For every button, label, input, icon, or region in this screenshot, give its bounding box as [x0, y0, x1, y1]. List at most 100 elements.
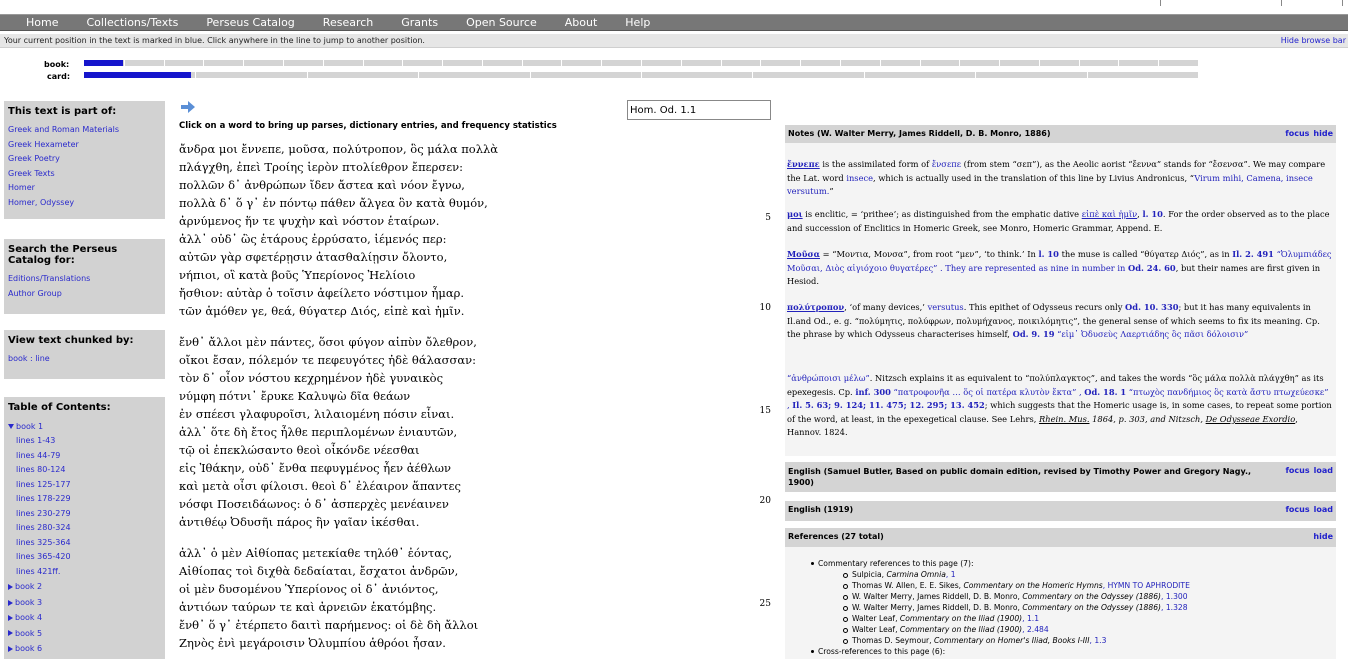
- toc-lines-link[interactable]: lines 44-79: [8, 449, 161, 464]
- toc-lines-link[interactable]: lines 325-364: [8, 536, 161, 551]
- greek-line[interactable]: πλάγχθη, ἐπεὶ Τροίης ἱερὸν πτολίεθρον ἔπ…: [179, 158, 463, 176]
- greek-line[interactable]: Ζηνὸς ἐνὶ μεγάροισιν Ὀλυμπίου ἁθρόοι ἦσα…: [179, 634, 446, 652]
- note-link[interactable]: Od. 18. 1: [1084, 387, 1126, 397]
- note-lemma[interactable]: “ἀνθρώποισι μέλω”: [787, 373, 870, 383]
- notes-hide-link[interactable]: hide: [1313, 129, 1333, 138]
- toc-book-1[interactable]: book 1: [8, 419, 161, 434]
- ref-link[interactable]: , 1.328: [1161, 603, 1188, 612]
- greek-line[interactable]: πολλῶν δ᾽ ἀνθρώπων ἴδεν ἄστεα καὶ νόον ἔ…: [179, 176, 465, 194]
- greek-line[interactable]: ἀλλ᾽ ὅτε δὴ ἔτος ἦλθε περιπλομένων ἐνιαυ…: [179, 423, 457, 441]
- collection-link[interactable]: Greek and Roman Materials: [8, 123, 161, 138]
- greek-line[interactable]: πολλὰ δ᾽ ὅ γ᾽ ἐν πόντῳ πάθεν ἄλγεα ὃν κα…: [179, 194, 488, 212]
- toc-book-5[interactable]: book 5: [8, 626, 161, 641]
- toc-book-2[interactable]: book 2: [8, 579, 161, 594]
- nav-open-source[interactable]: Open Source: [466, 16, 537, 29]
- toc-book-6[interactable]: book 6: [8, 641, 161, 656]
- note-citation[interactable]: De Odysseae Exordio: [1206, 414, 1296, 424]
- greek-line[interactable]: ἀντιόων ταύρων τε καὶ ἀρνειῶν ἑκατόμβης.: [179, 598, 436, 616]
- toc-lines-link[interactable]: lines 80-124: [8, 463, 161, 478]
- note-link[interactable]: ἔνσεπε: [932, 159, 961, 169]
- note-link[interactable]: Od. 24. 60: [1128, 263, 1176, 273]
- toc-book-3[interactable]: book 3: [8, 595, 161, 610]
- greek-line[interactable]: τῷ οἱ ἐπεκλώσαντο θεοὶ οἶκόνδε νέεσθαι: [179, 441, 420, 459]
- greek-line[interactable]: ἤσθιον: αὐτὰρ ὁ τοῖσιν ἀφείλετο νόστιμον…: [179, 284, 464, 302]
- chunk-book-line-link[interactable]: book : line: [8, 352, 161, 367]
- nav-perseus-catalog[interactable]: Perseus Catalog: [206, 16, 294, 29]
- greek-line[interactable]: ἔνθ᾽ ἄλλοι μὲν πάντες, ὅσοι φύγον αἰπὺν …: [179, 333, 477, 351]
- nav-help[interactable]: Help: [625, 16, 650, 29]
- ref-link[interactable]: , 1: [946, 570, 956, 579]
- note-link[interactable]: insece: [846, 173, 873, 183]
- greek-line[interactable]: ἀρνύμενος ἥν τε ψυχὴν καὶ νόστον ἑταίρων…: [179, 212, 439, 230]
- greek-line[interactable]: ἔνθ᾽ ὅ γ᾽ ἐτέρπετο δαιτὶ παρήμενος: οἱ δ…: [179, 616, 478, 634]
- note-link[interactable]: versutus: [928, 302, 964, 312]
- toc-lines-link[interactable]: lines 280-324: [8, 521, 161, 536]
- note-citation[interactable]: Rhein. Mus.: [1039, 414, 1090, 424]
- hide-browse-bar-link[interactable]: Hide browse bar: [1281, 36, 1346, 45]
- nav-home[interactable]: Home: [26, 16, 58, 29]
- greek-line[interactable]: οἱ μὲν δυσομένου Ὑπερίονος οἱ δ᾽ ἀνιόντο…: [179, 580, 439, 598]
- nav-collections-texts[interactable]: Collections/Texts: [86, 16, 178, 29]
- english-1919-focus-link[interactable]: focus: [1285, 505, 1309, 514]
- greek-line[interactable]: ἄνδρα μοι ἔννεπε, μοῦσα, πολύτροπον, ὃς …: [179, 140, 498, 158]
- greek-line[interactable]: νύμφη πότνι᾽ ἔρυκε Καλυψὼ δῖα θεάων: [179, 387, 410, 405]
- note-link[interactable]: Il. 5. 63; 9. 124; 11. 475; 12. 295; 13.…: [792, 400, 985, 410]
- greek-line[interactable]: τὸν δ᾽ οἶον νόστου κεχρημένον ἠδὲ γυναικ…: [179, 369, 443, 387]
- ref-link[interactable]: , 2.484: [1022, 625, 1049, 634]
- greek-line[interactable]: νήπιοι, οἳ κατὰ βοῦς Ὑπερίονος Ἠελίοιο: [179, 266, 415, 284]
- nav-grants[interactable]: Grants: [401, 16, 438, 29]
- note-link[interactable]: Od. 9. 19: [1013, 329, 1055, 339]
- collection-link[interactable]: Greek Hexameter: [8, 138, 161, 153]
- greek-line[interactable]: νόσφι Ποσειδάωνος: ὁ δ᾽ ἀσπερχὲς μενέαιν…: [179, 495, 449, 513]
- greek-line[interactable]: ἀλλ᾽ οὐδ᾽ ὣς ἑτάρους ἐρρύσατο, ἱέμενός π…: [179, 230, 447, 248]
- ref-link[interactable]: , 1.300: [1161, 592, 1188, 601]
- greek-line[interactable]: οἴκοι ἔσαν, πόλεμόν τε πεφευγότες ἠδὲ θά…: [179, 351, 476, 369]
- note-link[interactable]: εἰπὲ καὶ ἡμῖν: [1082, 209, 1137, 219]
- references-hide-link[interactable]: hide: [1313, 532, 1333, 541]
- note-link[interactable]: inf. 300: [855, 387, 891, 397]
- ref-link[interactable]: , 1.3: [1090, 636, 1107, 645]
- note-lemma[interactable]: ἔννεπε: [787, 159, 820, 169]
- ref-link[interactable]: , HYMN TO APHRODITE: [1103, 581, 1190, 590]
- nav-research[interactable]: Research: [323, 16, 373, 29]
- note-link[interactable]: l. 10: [1038, 249, 1058, 259]
- note-greek-quote[interactable]: “πατροφονῆα … ὅς οἱ πατέρα κλυτὸν ἔκτα” …: [891, 387, 1084, 397]
- note-lemma[interactable]: Μοῦσα: [787, 249, 820, 259]
- note-link[interactable]: l. 10: [1142, 209, 1162, 219]
- book-browse-bar[interactable]: [84, 60, 1198, 66]
- toc-lines-link[interactable]: lines 1-43: [8, 434, 161, 449]
- card-browse-bar[interactable]: [84, 72, 1198, 78]
- greek-line[interactable]: Αἰθίοπας τοὶ διχθὰ δεδαίαται, ἔσχατοι ἀν…: [179, 562, 458, 580]
- english-butler-load-link[interactable]: load: [1314, 466, 1333, 475]
- greek-line[interactable]: ἀντιθέῳ Ὀδυσῆι πάρος ἣν γαῖαν ἱκέσθαι.: [179, 513, 419, 531]
- greek-line[interactable]: ἀλλ᾽ ὁ μὲν Αἰθίοπας μετεκίαθε τηλόθ᾽ ἐόν…: [179, 544, 452, 562]
- arrow-right-icon[interactable]: [181, 101, 195, 113]
- note-link[interactable]: Il. 2. 491: [1232, 249, 1274, 259]
- greek-line[interactable]: αὐτῶν γὰρ σφετέρῃσιν ἀτασθαλίῃσιν ὄλοντο…: [179, 248, 447, 266]
- toc-lines-link[interactable]: lines 178-229: [8, 492, 161, 507]
- toc-lines-link[interactable]: lines 421ff.: [8, 565, 161, 580]
- toc-lines-link[interactable]: lines 125-177: [8, 478, 161, 493]
- english-butler-focus-link[interactable]: focus: [1285, 466, 1309, 475]
- greek-line[interactable]: τῶν ἁμόθεν γε, θεά, θύγατερ Διός, εἰπὲ κ…: [179, 302, 464, 320]
- notes-focus-link[interactable]: focus: [1285, 129, 1309, 138]
- nav-about[interactable]: About: [565, 16, 598, 29]
- location-input[interactable]: [627, 100, 771, 120]
- note-greek-quote[interactable]: “εἰμ᾽ Ὀδυσεὺς Λαερτιάδης ὃς πᾶσι δόλοισι…: [1055, 329, 1248, 339]
- author-group-link[interactable]: Author Group: [8, 287, 161, 302]
- collection-link[interactable]: Greek Poetry: [8, 152, 161, 167]
- collection-link[interactable]: Homer: [8, 181, 161, 196]
- note-lemma[interactable]: μοι: [787, 209, 803, 219]
- english-1919-load-link[interactable]: load: [1314, 505, 1333, 514]
- editions-translations-link[interactable]: Editions/Translations: [8, 272, 161, 287]
- note-lemma[interactable]: πολύτροπον: [787, 302, 844, 312]
- toc-book-4[interactable]: book 4: [8, 610, 161, 625]
- ref-link[interactable]: , 1.1: [1022, 614, 1039, 623]
- toc-lines-link[interactable]: lines 230-279: [8, 507, 161, 522]
- toc-lines-link[interactable]: lines 365-420: [8, 550, 161, 565]
- collection-link[interactable]: Greek Texts: [8, 167, 161, 182]
- greek-line[interactable]: ἐν σπέεσι γλαφυροῖσι, λιλαιομένη πόσιν ε…: [179, 405, 454, 423]
- greek-line[interactable]: καὶ μετὰ οἷσι φίλοισι. θεοὶ δ᾽ ἐλέαιρον …: [179, 477, 461, 495]
- greek-line[interactable]: εἰς Ἰθάκην, οὐδ᾽ ἔνθα πεφυγμένος ἦεν ἀέθ…: [179, 459, 451, 477]
- note-link[interactable]: Od. 10. 330: [1125, 302, 1178, 312]
